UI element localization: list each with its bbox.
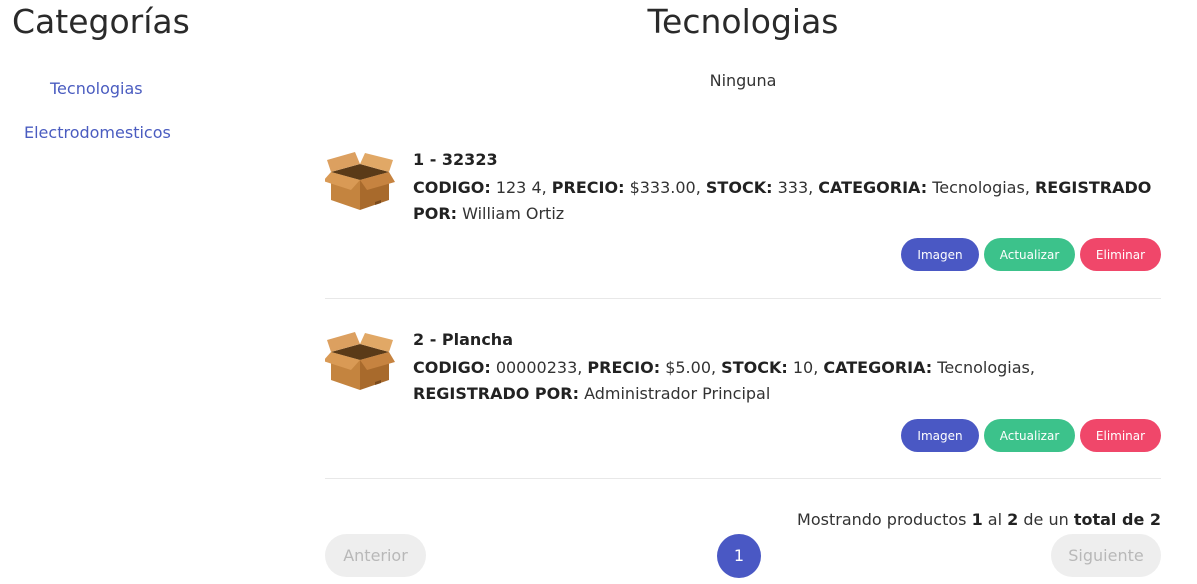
summary-prefix: Mostrando productos	[797, 510, 967, 529]
category-description: Ninguna	[709, 71, 777, 90]
summary-from: 1	[971, 510, 983, 529]
codigo-label: CODIGO:	[413, 178, 491, 197]
stock-value: 333	[777, 178, 809, 197]
main-content: Tecnologias Ninguna 1 - 32323 CODIGO: 12…	[325, 0, 1161, 584]
product-card: 2 - Plancha CODIGO: 00000233, PRECIO: $5…	[325, 330, 1161, 480]
eliminar-button[interactable]: Eliminar	[1080, 419, 1161, 452]
divider	[325, 478, 1161, 479]
product-details: CODIGO: 00000233, PRECIO: $5.00, STOCK: …	[413, 358, 1035, 403]
actualizar-button[interactable]: Actualizar	[984, 419, 1075, 452]
precio-label: PRECIO:	[551, 178, 625, 197]
summary-mid: al	[987, 510, 1003, 529]
sidebar-title: Categorías	[12, 2, 190, 41]
box-icon	[325, 330, 395, 392]
results-summary: Mostrando productos 1 al 2 de un total d…	[797, 510, 1161, 529]
registrado-value: William Ortiz	[462, 204, 565, 223]
imagen-button[interactable]: Imagen	[901, 419, 979, 452]
sidebar-item-tecnologias[interactable]: Tecnologias	[50, 79, 143, 98]
categoria-value: Tecnologias	[932, 178, 1025, 197]
product-title: 2 - Plancha	[413, 330, 513, 349]
eliminar-button[interactable]: Eliminar	[1080, 238, 1161, 271]
sidebar-item-electrodomesticos[interactable]: Electrodomesticos	[24, 123, 171, 142]
registrado-value: Administrador Principal	[584, 384, 771, 403]
registrado-label: REGISTRADO POR:	[413, 384, 579, 403]
summary-de-un: de un	[1023, 510, 1069, 529]
stock-value: 10	[792, 358, 814, 377]
precio-value: $5.00	[665, 358, 711, 377]
page-title: Tecnologias	[647, 2, 839, 41]
imagen-button[interactable]: Imagen	[901, 238, 979, 271]
summary-to: 2	[1007, 510, 1019, 529]
box-icon	[325, 150, 395, 212]
stock-label: STOCK:	[721, 358, 788, 377]
codigo-value: 00000233	[495, 358, 578, 377]
page-number-current[interactable]: 1	[717, 534, 761, 578]
product-details: CODIGO: 123 4, PRECIO: $333.00, STOCK: 3…	[413, 178, 1152, 223]
precio-value: $333.00	[629, 178, 696, 197]
categoria-label: CATEGORIA:	[823, 358, 933, 377]
next-page-button[interactable]: Siguiente	[1051, 534, 1161, 577]
categoria-value: Tecnologias	[937, 358, 1030, 377]
actualizar-button[interactable]: Actualizar	[984, 238, 1075, 271]
codigo-label: CODIGO:	[413, 358, 491, 377]
summary-total: total de 2	[1073, 510, 1161, 529]
categoria-label: CATEGORIA:	[818, 178, 928, 197]
product-title: 1 - 32323	[413, 150, 498, 169]
product-card: 1 - 32323 CODIGO: 123 4, PRECIO: $333.00…	[325, 150, 1161, 300]
precio-label: PRECIO:	[587, 358, 661, 377]
codigo-value: 123 4	[495, 178, 542, 197]
divider	[325, 298, 1161, 299]
stock-label: STOCK:	[705, 178, 773, 197]
prev-page-button[interactable]: Anterior	[325, 534, 426, 577]
